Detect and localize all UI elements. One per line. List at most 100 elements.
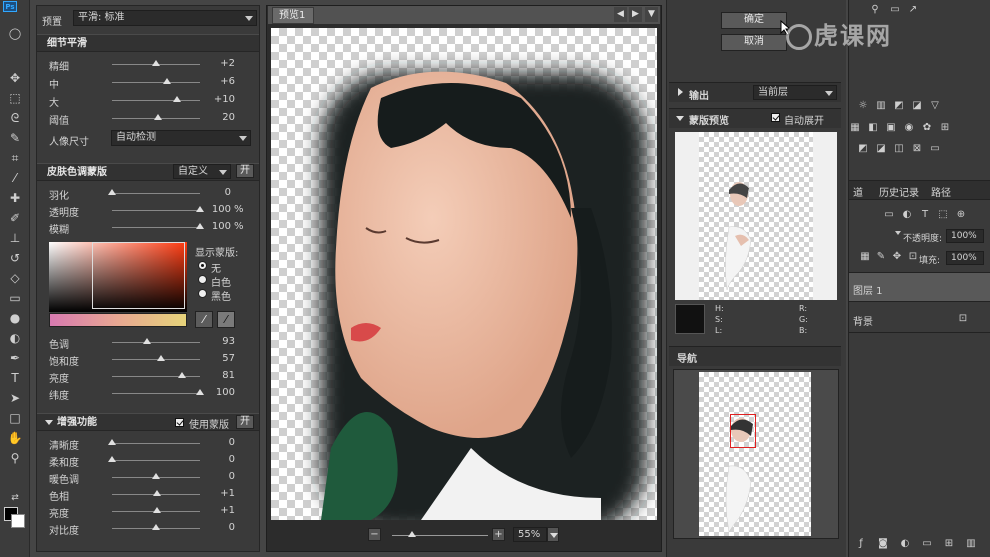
detail-slider-track[interactable] (112, 100, 200, 101)
enhance-slider-knob[interactable] (152, 524, 160, 530)
detail-slider-value[interactable]: +6 (205, 76, 235, 87)
skin-slider-value[interactable]: 100 (201, 204, 231, 215)
hue-range-bar[interactable] (49, 313, 187, 327)
curves-icon[interactable]: ◩ (893, 100, 905, 112)
eraser-icon[interactable]: ◇ (6, 270, 24, 286)
search-icon[interactable]: ⚲ (869, 4, 881, 16)
fx-icon[interactable]: ƒ (855, 538, 867, 550)
brush-tool-icon[interactable]: ✐ (6, 210, 24, 226)
new-layer-icon[interactable]: ⊞ (943, 538, 955, 550)
adjustment-layer-icon[interactable]: ◐ (899, 538, 911, 550)
zoom-slider-knob[interactable] (408, 531, 416, 537)
color-slider-knob[interactable] (196, 389, 204, 395)
vibrance-icon[interactable]: ▽ (929, 100, 941, 112)
navigator-thumbnail[interactable] (699, 372, 811, 536)
preview-canvas[interactable] (271, 28, 657, 520)
use-mask-checkbox[interactable] (175, 418, 184, 427)
stamp-tool-icon[interactable]: ⊥ (6, 230, 24, 246)
enhance-toggle-button[interactable]: 开 (236, 415, 254, 429)
color-slider-value[interactable]: 57 (205, 353, 235, 364)
color-slider-value[interactable]: 93 (205, 336, 235, 347)
color-slider-track[interactable] (112, 393, 200, 394)
hand-tool-icon[interactable]: ✋ (6, 430, 24, 446)
blend-mode-dropdown[interactable] (895, 231, 901, 235)
enhance-slider-value[interactable]: +1 (205, 505, 235, 516)
enhance-slider-knob[interactable] (152, 473, 160, 479)
skin-slider-track[interactable] (112, 227, 200, 228)
opacity-input[interactable]: 100% (946, 229, 984, 243)
color-slider-value[interactable]: 100 (205, 387, 235, 398)
zoom-in-button[interactable]: + (492, 528, 505, 541)
color-lookup-icon[interactable]: ⊞ (939, 122, 951, 134)
exposure-icon[interactable]: ◪ (911, 100, 923, 112)
dodge-tool-icon[interactable]: ◐ (6, 330, 24, 346)
output-select[interactable]: 当前层 (753, 85, 837, 100)
ok-button[interactable]: 确定 (721, 12, 787, 29)
detail-slider-value[interactable]: +10 (205, 94, 235, 105)
threshold-icon[interactable]: ◫ (893, 143, 905, 155)
zoom-slider-track[interactable] (392, 535, 488, 536)
adjust-sun-icon[interactable]: ☼ (857, 100, 869, 112)
lasso-tool-icon[interactable]: ◯ (6, 26, 24, 42)
quick-select-icon[interactable]: ✎ (6, 130, 24, 146)
tab-menu-icon[interactable]: ▼ (645, 7, 658, 22)
move-tool-icon[interactable]: ✥ (6, 70, 24, 86)
lock-all-icon[interactable]: ⊡ (907, 251, 919, 263)
skin-slider-value[interactable]: 0 (201, 187, 231, 198)
marquee-tool-icon[interactable]: ⬚ (6, 90, 24, 106)
portrait-size-select[interactable]: 自动检测 (111, 130, 251, 146)
color-slider-track[interactable] (112, 342, 200, 343)
channel-mixer-icon[interactable]: ✿ (921, 122, 933, 134)
preset-select[interactable]: 平滑: 标准 (73, 10, 257, 26)
filter-pixel-icon[interactable]: ▭ (883, 209, 895, 221)
share-icon[interactable]: ↗ (907, 4, 919, 16)
zoom-select[interactable]: 55% (513, 527, 547, 542)
fill-input[interactable]: 100% (946, 251, 984, 265)
zoom-dropdown[interactable] (547, 527, 559, 542)
posterize-icon[interactable]: ◪ (875, 143, 887, 155)
swap-colors-icon[interactable]: ⇄ (6, 490, 24, 506)
blur-tool-icon[interactable]: ● (6, 310, 24, 326)
tab-next-icon[interactable]: ▶ (629, 7, 642, 22)
enhance-slider-knob[interactable] (152, 507, 161, 513)
invert-icon[interactable]: ◩ (857, 143, 869, 155)
skin-slider-knob[interactable] (108, 189, 116, 195)
delete-layer-icon[interactable]: ▥ (965, 538, 977, 550)
mask-preview-image[interactable] (699, 132, 813, 300)
enhance-slider-value[interactable]: 0 (205, 437, 235, 448)
history-brush-icon[interactable]: ↺ (6, 250, 24, 266)
cancel-button[interactable]: 取消 (721, 34, 787, 51)
detail-slider-value[interactable]: 20 (205, 112, 235, 123)
skin-slider-value[interactable]: 100 (201, 221, 231, 232)
gradient-icon[interactable]: ▭ (6, 290, 24, 306)
zoom-out-button[interactable]: − (368, 528, 381, 541)
bw-icon[interactable]: ▣ (885, 122, 897, 134)
skin-mask-mode-select[interactable]: 自定义 (173, 164, 231, 179)
show-mask-radio[interactable] (198, 261, 207, 270)
detail-slider-value[interactable]: +2 (205, 58, 235, 69)
enhance-slider-value[interactable]: +1 (205, 488, 235, 499)
enhance-slider-knob[interactable] (108, 439, 116, 445)
lock-pixels-icon[interactable]: ✎ (875, 251, 887, 263)
path-select-icon[interactable]: ➤ (6, 390, 24, 406)
color-picker-selection[interactable] (92, 242, 185, 309)
hue-sat-icon[interactable]: ▦ (849, 122, 861, 134)
eyedropper-icon[interactable]: ⁄ (6, 170, 24, 186)
show-mask-radio[interactable] (198, 275, 207, 284)
levels-icon[interactable]: ▥ (875, 100, 887, 112)
color-slider-knob[interactable] (178, 372, 187, 378)
detail-slider-knob[interactable] (152, 60, 160, 66)
eyedropper-icon[interactable]: ⁄ (195, 311, 213, 328)
filter-type-icon[interactable]: T (919, 209, 931, 221)
lock-transparent-icon[interactable]: ▦ (859, 251, 871, 263)
enhance-slider-knob[interactable] (108, 456, 116, 462)
detail-slider-knob[interactable] (153, 114, 162, 120)
enhance-slider-value[interactable]: 0 (205, 454, 235, 465)
detail-slider-knob[interactable] (162, 78, 171, 84)
selective-color-icon[interactable]: ⊠ (911, 143, 923, 155)
color-slider-knob[interactable] (157, 355, 166, 361)
show-mask-radio[interactable] (198, 289, 207, 298)
skin-mask-toggle-button[interactable]: 开 (236, 164, 254, 178)
filter-adjust-icon[interactable]: ◐ (901, 209, 913, 221)
collapse-icon[interactable] (676, 116, 684, 121)
